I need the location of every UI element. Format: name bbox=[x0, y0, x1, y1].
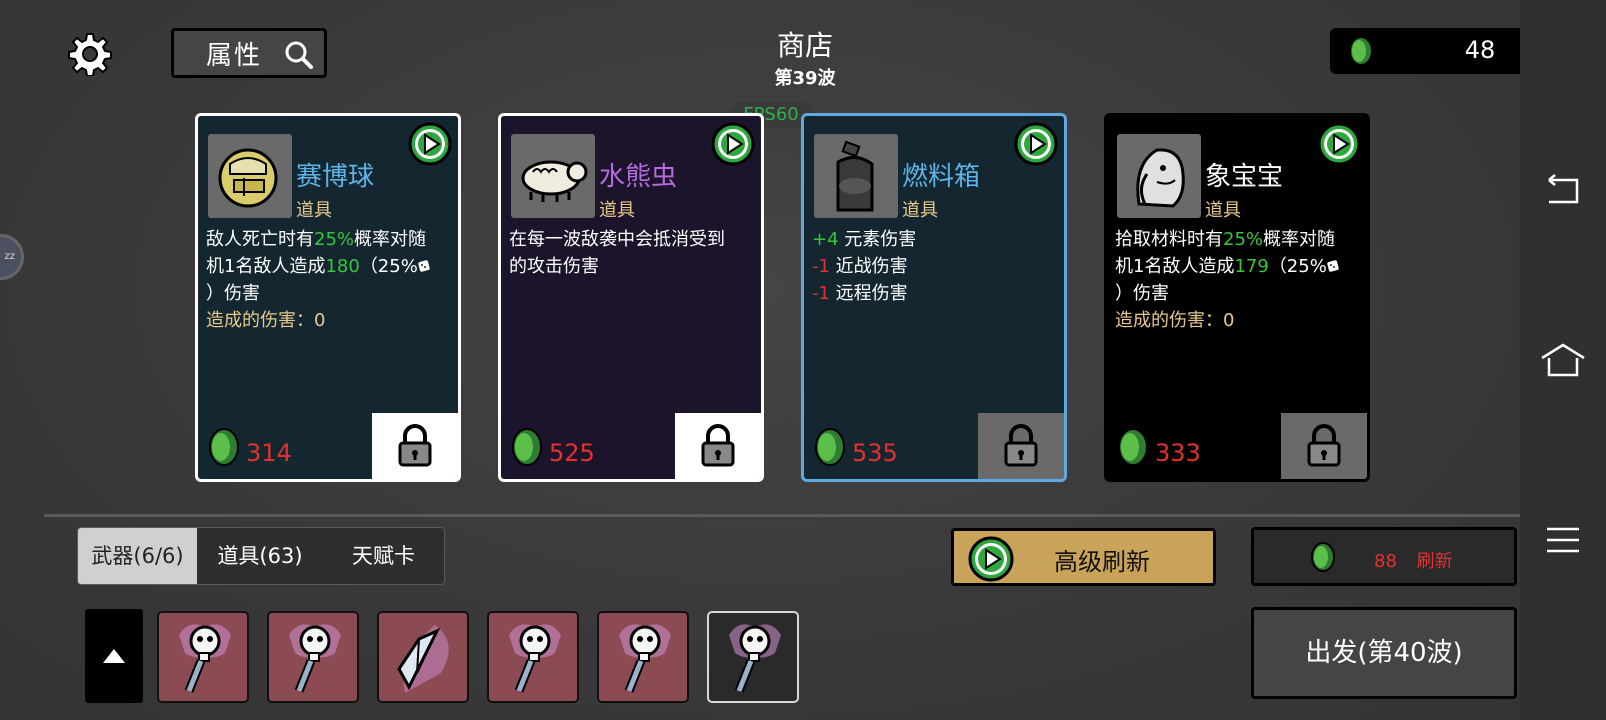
tardigrade-icon bbox=[511, 134, 595, 218]
expand-weapons-button[interactable] bbox=[85, 609, 143, 703]
item-description: 拾取材料时有25%概率对随机1名敌人造成179（25% ）伤害造成的伤害：0 bbox=[1115, 226, 1359, 334]
weapon-slot[interactable] bbox=[157, 611, 249, 703]
menu-icon bbox=[1547, 527, 1579, 553]
refresh-button[interactable]: 88 刷新 bbox=[1251, 527, 1517, 586]
tab-weapons[interactable]: 武器(6/6) bbox=[78, 528, 197, 584]
cyber-ball-icon bbox=[208, 134, 292, 218]
lock-icon[interactable] bbox=[978, 413, 1064, 479]
material-coin-icon bbox=[1348, 36, 1374, 70]
dice-icon bbox=[418, 256, 430, 277]
item-name: 水熊虫 bbox=[599, 162, 678, 192]
game-screen: 属性 商店 第39波 FPS60 48 赛博球 道具 敌人死亡时有25%概率对随 机1… bbox=[0, 0, 1560, 720]
floating-assistant-button[interactable]: zz bbox=[0, 234, 24, 280]
stat-line: -1 近战伤害 bbox=[812, 256, 908, 277]
item-name: 燃料箱 bbox=[902, 162, 981, 192]
play-ad-icon[interactable] bbox=[408, 122, 452, 170]
refresh-cost: 88 bbox=[1374, 551, 1397, 572]
weapon-slot[interactable] bbox=[597, 611, 689, 703]
inventory-tabs: 武器(6/6) 道具(63) 天赋卡 bbox=[77, 527, 445, 585]
skull-staff-icon bbox=[159, 613, 247, 709]
item-price: 535 bbox=[852, 439, 898, 467]
material-coin-icon bbox=[206, 427, 242, 471]
go-next-wave-button[interactable]: 出发(第40波) bbox=[1251, 607, 1517, 699]
item-description: 敌人死亡时有25%概率对随机1名敌人造成180（25% ）伤害造成的伤害：0 bbox=[206, 226, 450, 334]
play-ad-icon bbox=[968, 536, 1014, 586]
arrow-up-icon bbox=[103, 649, 125, 663]
play-ad-icon[interactable] bbox=[1014, 122, 1058, 170]
advanced-refresh-button[interactable]: 高级刷新 bbox=[951, 528, 1216, 586]
lock-icon[interactable] bbox=[675, 413, 761, 479]
weapon-slot[interactable] bbox=[707, 611, 799, 703]
material-count: 48 bbox=[1464, 36, 1496, 64]
item-description: +4 元素伤害 -1 近战伤害 -1 远程伤害 bbox=[812, 226, 1056, 307]
skull-staff-icon bbox=[599, 613, 687, 709]
dice-icon bbox=[1327, 256, 1339, 277]
description-line: ）伤害 bbox=[1115, 283, 1169, 304]
skull-staff-icon bbox=[489, 613, 577, 709]
item-description: 在每一波敌袭中会抵消受到 的攻击伤害 bbox=[509, 226, 753, 280]
item-price: 333 bbox=[1155, 439, 1201, 467]
description-line: 敌人死亡时有25%概率对随 bbox=[206, 229, 427, 250]
stat-line: -1 远程伤害 bbox=[812, 283, 908, 304]
attributes-label: 属性 bbox=[206, 40, 263, 71]
item-type: 道具 bbox=[902, 200, 938, 221]
wave-number: 第39波 bbox=[774, 68, 836, 89]
tab-talent-cards[interactable]: 天赋卡 bbox=[323, 528, 444, 584]
shop-item-card-fuel-tank[interactable]: 燃料箱道具 +4 元素伤害 -1 近战伤害 -1 远程伤害 535 bbox=[801, 113, 1067, 482]
material-coin-icon bbox=[509, 427, 545, 471]
refresh-label: 88 刷新 bbox=[1374, 547, 1453, 573]
damage-dealt: 造成的伤害：0 bbox=[206, 310, 326, 331]
lock-icon[interactable] bbox=[372, 413, 458, 479]
material-coin-icon bbox=[1115, 427, 1151, 471]
item-price: 525 bbox=[549, 439, 595, 467]
item-name: 赛博球 bbox=[296, 162, 375, 192]
settings-gear-icon[interactable] bbox=[68, 32, 112, 77]
item-type: 道具 bbox=[599, 200, 635, 221]
skull-staff-icon bbox=[709, 613, 797, 709]
damage-dealt: 造成的伤害：0 bbox=[1115, 310, 1235, 331]
description-line: 在每一波敌袭中会抵消受到 bbox=[509, 229, 725, 250]
attributes-button[interactable]: 属性 bbox=[171, 28, 327, 78]
home-button[interactable] bbox=[1520, 335, 1606, 385]
back-button[interactable] bbox=[1520, 165, 1606, 215]
stat-line: +4 元素伤害 bbox=[812, 229, 917, 250]
item-type: 道具 bbox=[296, 200, 332, 221]
weapon-slot[interactable] bbox=[487, 611, 579, 703]
material-counter: 48 bbox=[1330, 28, 1530, 74]
tab-items[interactable]: 道具(63) bbox=[197, 528, 323, 584]
shop-item-card-cyber-ball[interactable]: 赛博球道具敌人死亡时有25%概率对随机1名敌人造成180（25% ）伤害造成的伤害… bbox=[195, 113, 461, 482]
weapon-slot[interactable] bbox=[377, 611, 469, 703]
system-navigation-bar bbox=[1520, 0, 1606, 720]
material-coin-icon bbox=[1310, 542, 1336, 576]
item-price: 314 bbox=[246, 439, 292, 467]
back-icon bbox=[1548, 174, 1579, 204]
divider bbox=[44, 514, 1560, 517]
menu-button[interactable] bbox=[1520, 515, 1606, 565]
play-ad-icon[interactable] bbox=[1317, 122, 1361, 170]
baby-elephant-icon bbox=[1117, 134, 1201, 218]
item-type: 道具 bbox=[1205, 200, 1241, 221]
lock-icon[interactable] bbox=[1281, 413, 1367, 479]
skull-staff-icon bbox=[269, 613, 357, 709]
crystal-shard-icon bbox=[379, 613, 467, 709]
fuel-tank-icon bbox=[814, 134, 898, 218]
weapon-slot[interactable] bbox=[267, 611, 359, 703]
description-line: 拾取材料时有25%概率对随 bbox=[1115, 229, 1336, 250]
search-icon bbox=[284, 40, 314, 74]
advanced-refresh-label: 高级刷新 bbox=[1054, 548, 1150, 576]
home-icon bbox=[1541, 343, 1585, 377]
description-line: 机1名敌人造成179（25% bbox=[1115, 253, 1359, 280]
shop-item-card-baby-elephant[interactable]: 象宝宝道具拾取材料时有25%概率对随机1名敌人造成179（25% ）伤害造成的伤害… bbox=[1104, 113, 1370, 482]
refresh-text: 刷新 bbox=[1416, 551, 1453, 572]
material-coin-icon bbox=[812, 427, 848, 471]
description-line: ）伤害 bbox=[206, 283, 260, 304]
item-name: 象宝宝 bbox=[1205, 162, 1284, 192]
play-ad-icon[interactable] bbox=[711, 122, 755, 170]
shop-item-card-tardigrade[interactable]: 水熊虫道具在每一波敌袭中会抵消受到 的攻击伤害 525 bbox=[498, 113, 764, 482]
description-line: 的攻击伤害 bbox=[509, 256, 599, 277]
description-line: 机1名敌人造成180（25% bbox=[206, 253, 450, 280]
shop-title: 商店 bbox=[776, 29, 833, 62]
